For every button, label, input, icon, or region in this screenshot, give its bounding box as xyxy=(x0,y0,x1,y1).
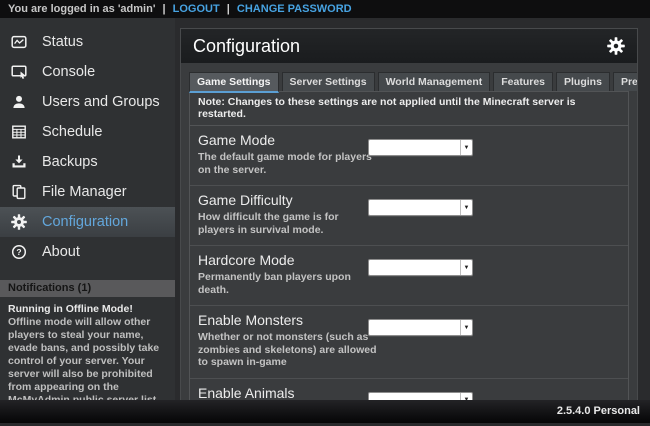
setting-description: Permanently ban players upon death. xyxy=(198,271,378,296)
setting-row-game-difficulty: Game DifficultyHow difficult the game is… xyxy=(190,186,628,246)
tab-content: Note: Changes to these settings are not … xyxy=(189,91,629,400)
sidebar-item-schedule[interactable]: Schedule xyxy=(0,117,175,147)
enable-monsters-select[interactable]: ▼ xyxy=(368,319,473,336)
notification-title: Running in Offline Mode! xyxy=(8,303,167,316)
topbar: You are logged in as 'admin' | LOGOUT | … xyxy=(0,0,650,18)
mcmyadmin-app: You are logged in as 'admin' | LOGOUT | … xyxy=(0,0,650,423)
panel-header: Configuration xyxy=(181,29,637,63)
sidebar-item-label: About xyxy=(42,244,80,260)
note-bar: Note: Changes to these settings are not … xyxy=(190,92,628,126)
sidebar-item-label: File Manager xyxy=(42,184,127,200)
enable-animals-select[interactable]: ▼ xyxy=(368,392,473,401)
hardcore-mode-select[interactable]: ▼ xyxy=(368,259,473,276)
tab-preferences[interactable]: Preferences xyxy=(613,72,638,91)
tab-game-settings[interactable]: Game Settings xyxy=(189,72,279,93)
content-area: Configuration Game SettingsServer Settin… xyxy=(175,18,650,400)
sidebar-item-backups[interactable]: Backups xyxy=(0,147,175,177)
sidebar-item-users-and-groups[interactable]: Users and Groups xyxy=(0,87,175,117)
body-region: Status Console Users and Groups Schedule Bac… xyxy=(0,18,650,400)
sidebar-item-label: Backups xyxy=(42,154,98,170)
sidebar: Status Console Users and Groups Schedule Bac… xyxy=(0,18,175,400)
chevron-down-icon: ▼ xyxy=(460,393,472,401)
settings-list: Game ModeThe default game mode for playe… xyxy=(190,126,628,400)
tab-server-settings[interactable]: Server Settings xyxy=(282,72,375,91)
logged-in-text: You are logged in as 'admin' xyxy=(8,3,155,15)
sidebar-nav: Status Console Users and Groups Schedule Bac… xyxy=(0,18,175,267)
sidebar-item-label: Configuration xyxy=(42,214,128,230)
configuration-icon xyxy=(11,214,27,230)
game-mode-select[interactable]: ▼ xyxy=(368,139,473,156)
setting-row-hardcore-mode: Hardcore ModePermanently ban players upo… xyxy=(190,246,628,306)
sidebar-item-label: Users and Groups xyxy=(42,94,160,110)
status-bar: 2.5.4.0 Personal xyxy=(0,400,650,423)
sidebar-item-label: Console xyxy=(42,64,95,80)
chevron-down-icon: ▼ xyxy=(460,200,472,215)
setting-row-enable-monsters: Enable MonstersWhether or not monsters (… xyxy=(190,306,628,379)
status-icon xyxy=(11,34,27,50)
sidebar-item-label: Status xyxy=(42,34,83,50)
configuration-panel: Configuration Game SettingsServer Settin… xyxy=(180,28,638,400)
tab-world-management[interactable]: World Management xyxy=(378,72,491,91)
topbar-separator: | xyxy=(163,3,166,15)
about-icon: ? xyxy=(11,244,27,260)
svg-text:?: ? xyxy=(16,247,21,257)
logout-link[interactable]: LOGOUT xyxy=(173,3,220,15)
tab-bar: Game SettingsServer SettingsWorld Manage… xyxy=(189,72,629,91)
users-icon xyxy=(11,94,27,110)
change-password-link[interactable]: CHANGE PASSWORD xyxy=(237,3,352,15)
setting-description: How difficult the game is for players in… xyxy=(198,211,378,236)
sidebar-item-console[interactable]: Console xyxy=(0,57,175,87)
schedule-icon xyxy=(11,124,27,140)
sidebar-item-label: Schedule xyxy=(42,124,102,140)
console-icon xyxy=(11,64,27,80)
sidebar-item-configuration[interactable]: Configuration xyxy=(0,207,175,237)
backups-icon xyxy=(11,154,27,170)
tab-plugins[interactable]: Plugins xyxy=(556,72,610,91)
setting-row-game-mode: Game ModeThe default game mode for playe… xyxy=(190,126,628,186)
chevron-down-icon: ▼ xyxy=(460,140,472,155)
chevron-down-icon: ▼ xyxy=(460,260,472,275)
file-manager-icon xyxy=(11,184,27,200)
tab-features[interactable]: Features xyxy=(493,72,553,91)
game-difficulty-select[interactable]: ▼ xyxy=(368,199,473,216)
setting-row-enable-animals: Enable AnimalsWhether or not friendly an… xyxy=(190,379,628,401)
sidebar-item-about[interactable]: ? About xyxy=(0,237,175,267)
topbar-separator: | xyxy=(227,3,230,15)
setting-description: The default game mode for players on the… xyxy=(198,151,378,176)
sidebar-item-status[interactable]: Status xyxy=(0,27,175,57)
sidebar-item-file-manager[interactable]: File Manager xyxy=(0,177,175,207)
setting-description: Whether or not monsters (such as zombies… xyxy=(198,331,378,369)
notifications-header: Notifications (1) xyxy=(0,280,175,297)
version-label: 2.5.4.0 Personal xyxy=(557,405,640,417)
page-title: Configuration xyxy=(193,36,607,57)
panel-gear-icon[interactable] xyxy=(607,37,625,55)
chevron-down-icon: ▼ xyxy=(460,320,472,335)
